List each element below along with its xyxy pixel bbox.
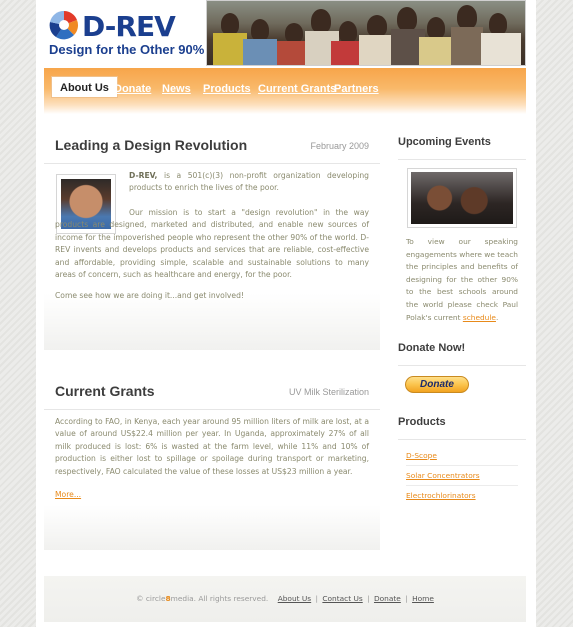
grants-section: Current Grants UV Milk Sterilization Acc… — [44, 370, 380, 550]
product-link-d-scope[interactable]: D-Scope — [406, 446, 518, 466]
leading-cta: Come see how we are doing it...and get i… — [55, 291, 244, 300]
leading-intro: D-REV, is a 501(c)(3) non-profit organiz… — [129, 170, 369, 195]
logo[interactable]: D-REV Design for the Other 90% — [48, 8, 204, 60]
footer-separator: | — [315, 594, 319, 603]
logo-wordmark: D-REV — [82, 10, 176, 43]
footer-separator: | — [405, 594, 408, 603]
logo-tagline: Design for the Other 90% — [49, 42, 205, 57]
grants-header: Current Grants UV Milk Sterilization — [44, 370, 380, 410]
sidebar: Upcoming Events To view our speaking eng… — [398, 124, 526, 500]
copy-prefix: © circle — [136, 594, 166, 603]
footer-link-about-us[interactable]: About Us — [278, 594, 311, 603]
intro-text: is a 501(c)(3) non-profit organization d… — [129, 171, 370, 193]
header-photo — [206, 0, 526, 66]
girls-photo — [407, 168, 517, 228]
leading-header: Leading a Design Revolution February 200… — [44, 124, 380, 164]
nav-item-products[interactable]: Products — [203, 79, 251, 99]
leading-mission: Our mission is to start a "design revolu… — [55, 208, 369, 280]
events-text: To view our speaking engagements where w… — [406, 236, 518, 324]
grants-more-wrap: More... — [55, 489, 81, 501]
grants-subtitle: UV Milk Sterilization — [288, 387, 369, 397]
nav-item-partners[interactable]: Partners — [334, 79, 379, 99]
grants-more-link[interactable]: More... — [55, 490, 81, 499]
events-body: To view our speaking engagements where w… — [406, 237, 518, 322]
product-link-electrochlorinators[interactable]: Electrochlorinators — [406, 486, 518, 506]
main-nav: About Us Donate News Products Current Gr… — [44, 68, 526, 114]
footer-link-home[interactable]: Home — [412, 594, 434, 603]
products-title: Products — [398, 404, 526, 440]
logo-globe-icon — [49, 10, 79, 40]
footer: © circle8media. All rights reserved. Abo… — [44, 576, 526, 622]
footer-link-contact-us[interactable]: Contact Us — [322, 594, 362, 603]
header: D-REV Design for the Other 90% — [36, 0, 536, 68]
events-period: . — [495, 312, 499, 322]
footer-link-donate[interactable]: Donate — [374, 594, 401, 603]
donate-title: Donate Now! — [398, 330, 526, 366]
grants-title: Current Grants — [55, 383, 155, 399]
schedule-link[interactable]: schedule — [463, 313, 496, 322]
intro-org-name: D-REV, — [129, 171, 158, 180]
leading-title: Leading a Design Revolution — [55, 137, 248, 153]
footer-copyright: © circle8media. All rights reserved. — [136, 594, 268, 603]
copy-suffix: media. All rights reserved. — [170, 594, 269, 603]
footer-separator: | — [367, 594, 370, 603]
donate-button[interactable]: Donate — [405, 376, 469, 393]
leading-date: February 2009 — [310, 141, 369, 151]
events-title: Upcoming Events — [398, 124, 526, 160]
product-link-solar-concentrators[interactable]: Solar Concentrators — [406, 466, 518, 486]
grants-body: According to FAO, in Kenya, each year ar… — [55, 417, 369, 476]
page: D-REV Design for the Other 90% About Us … — [36, 0, 536, 627]
nav-item-news[interactable]: News — [162, 79, 191, 99]
nav-item-donate[interactable]: Donate — [114, 79, 151, 99]
leading-section: Leading a Design Revolution February 200… — [44, 124, 380, 350]
nav-item-about-us[interactable]: About Us — [51, 76, 118, 98]
nav-item-current-grants[interactable]: Current Grants — [258, 79, 336, 99]
